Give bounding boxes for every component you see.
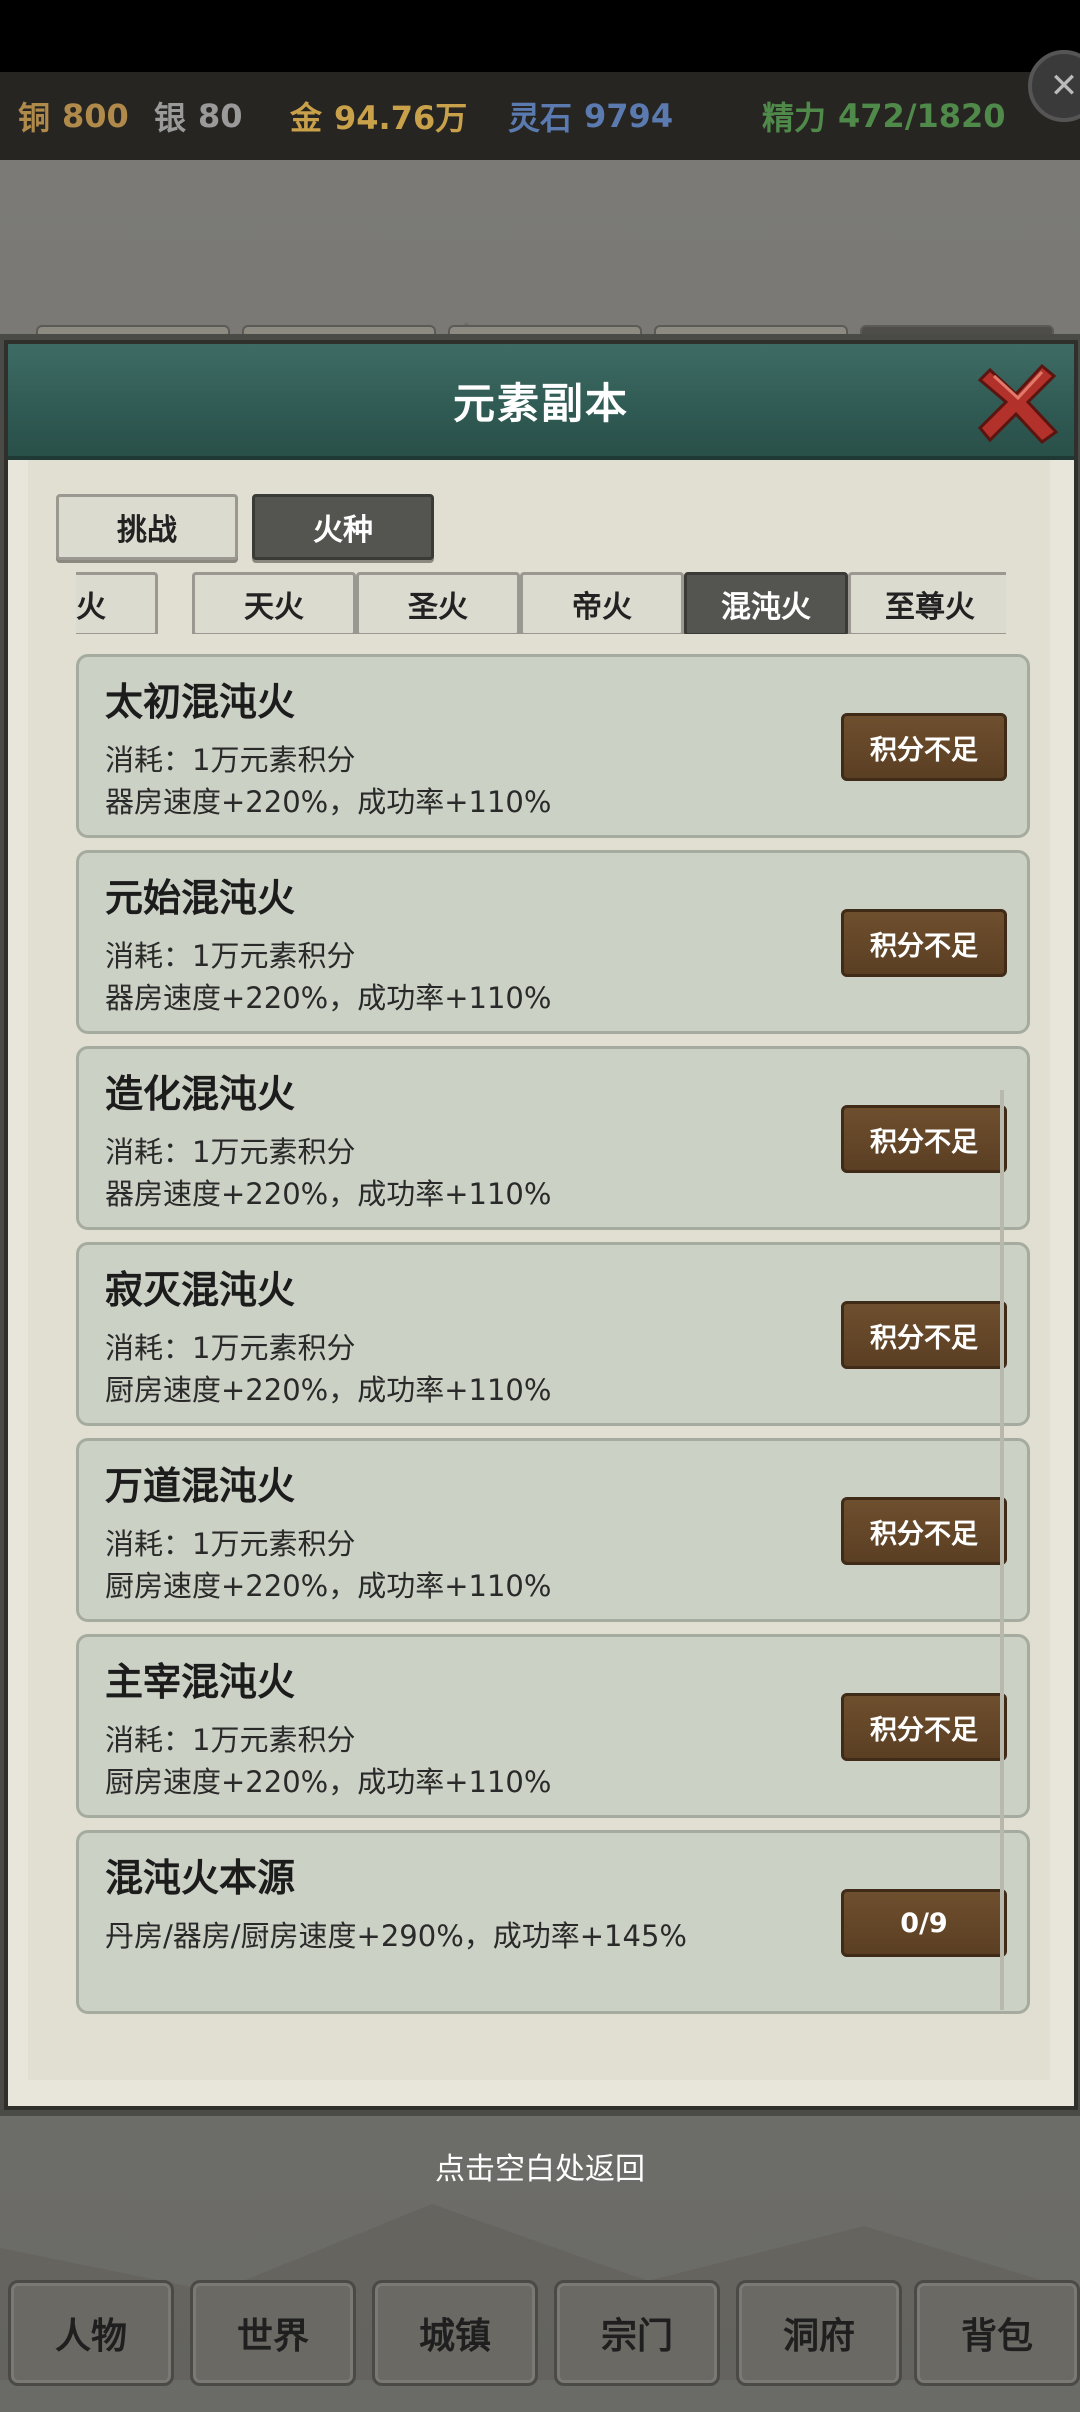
item-cost: 消耗：1万元素积分 bbox=[105, 1331, 356, 1365]
item-title: 万道混沌火 bbox=[105, 1464, 296, 1508]
silver-resource: 银 80 bbox=[154, 72, 243, 160]
item-cost: 消耗：1万元素积分 bbox=[105, 1527, 356, 1561]
copper-label: 铜 bbox=[18, 99, 51, 137]
item-effect: 厨房速度+220%，成功率+110% bbox=[105, 1569, 552, 1603]
item-effect: 厨房速度+220%，成功率+110% bbox=[105, 1765, 552, 1799]
silver-label: 银 bbox=[154, 99, 187, 137]
item-effect: 厨房速度+220%，成功率+110% bbox=[105, 1373, 552, 1407]
content-tabs: 挑战 火种 bbox=[56, 494, 434, 560]
item-effect: 器房速度+220%，成功率+110% bbox=[105, 785, 552, 819]
nav-town[interactable]: 城镇 bbox=[372, 2280, 538, 2386]
copper-value: 800 bbox=[62, 97, 129, 135]
bottom-nav: 人物 世界 城镇 宗门 洞府 背包 bbox=[0, 2280, 1080, 2386]
item-title: 造化混沌火 bbox=[105, 1072, 296, 1116]
item-cost: 消耗：1万元素积分 bbox=[105, 1723, 356, 1757]
list-item: 元始混沌火 消耗：1万元素积分 器房速度+220%，成功率+110% 积分不足 bbox=[76, 850, 1030, 1034]
insufficient-points-button[interactable]: 积分不足 bbox=[841, 1105, 1007, 1173]
tab-sky-fire[interactable]: 天火 bbox=[192, 572, 356, 634]
energy-value: 472/1820 bbox=[838, 97, 1006, 135]
silver-value: 80 bbox=[198, 97, 243, 135]
insufficient-points-button[interactable]: 积分不足 bbox=[841, 713, 1007, 781]
item-title: 混沌火本源 bbox=[105, 1856, 296, 1900]
item-title: 太初混沌火 bbox=[105, 680, 296, 724]
scrollbar[interactable] bbox=[1000, 1090, 1004, 2010]
list-item: 万道混沌火 消耗：1万元素积分 厨房速度+220%，成功率+110% 积分不足 bbox=[76, 1438, 1030, 1622]
modal-header: 元素副本 bbox=[8, 344, 1074, 460]
list-item: 寂灭混沌火 消耗：1万元素积分 厨房速度+220%，成功率+110% 积分不足 bbox=[76, 1242, 1030, 1426]
tab-earth-fire[interactable]: 地火 bbox=[76, 572, 158, 634]
gold-value: 94.76万 bbox=[334, 99, 468, 137]
insufficient-points-button[interactable]: 积分不足 bbox=[841, 909, 1007, 977]
tab-challenge[interactable]: 挑战 bbox=[56, 494, 238, 560]
insufficient-points-button[interactable]: 积分不足 bbox=[841, 1693, 1007, 1761]
tab-fire-seed[interactable]: 火种 bbox=[252, 494, 434, 560]
return-hint: 点击空白处返回 bbox=[435, 2152, 645, 2187]
item-effect: 器房速度+220%，成功率+110% bbox=[105, 1177, 552, 1211]
item-cost: 消耗：1万元素积分 bbox=[105, 939, 356, 973]
energy-resource: 精力 472/1820 bbox=[762, 72, 1006, 160]
tab-chaos-fire[interactable]: 混沌火 bbox=[684, 572, 848, 634]
item-title: 元始混沌火 bbox=[105, 876, 296, 920]
spirit-stone-value: 9794 bbox=[584, 97, 674, 135]
list-item: 主宰混沌火 消耗：1万元素积分 厨房速度+220%，成功率+110% 积分不足 bbox=[76, 1634, 1030, 1818]
item-effect: 丹房/器房/厨房速度+290%，成功率+145% bbox=[105, 1919, 687, 1953]
item-title: 主宰混沌火 bbox=[105, 1660, 296, 1704]
insufficient-points-button[interactable]: 积分不足 bbox=[841, 1301, 1007, 1369]
nav-world[interactable]: 世界 bbox=[190, 2280, 356, 2386]
nav-sect[interactable]: 宗门 bbox=[554, 2280, 720, 2386]
nav-character[interactable]: 人物 bbox=[8, 2280, 174, 2386]
gold-label: 金 bbox=[290, 99, 323, 137]
item-effect: 器房速度+220%，成功率+110% bbox=[105, 981, 552, 1015]
tab-emperor-fire[interactable]: 帝火 bbox=[520, 572, 684, 634]
insufficient-points-button[interactable]: 积分不足 bbox=[841, 1497, 1007, 1565]
copper-resource: 铜 800 bbox=[18, 72, 129, 160]
item-cost: 消耗：1万元素积分 bbox=[105, 1135, 356, 1169]
gold-resource: 金 94.76万 bbox=[290, 72, 467, 160]
status-bar bbox=[0, 0, 1080, 72]
energy-label: 精力 bbox=[762, 99, 827, 137]
spirit-stone-label: 灵石 bbox=[508, 99, 573, 137]
spirit-stone-resource: 灵石 9794 bbox=[508, 72, 673, 160]
modal-title: 元素副本 bbox=[452, 378, 629, 428]
tab-holy-fire[interactable]: 圣火 bbox=[356, 572, 520, 634]
nav-bag[interactable]: 背包 bbox=[914, 2280, 1080, 2386]
list-item: 造化混沌火 消耗：1万元素积分 器房速度+220%，成功率+110% 积分不足 bbox=[76, 1046, 1030, 1230]
close-icon[interactable] bbox=[976, 358, 1064, 446]
list-item: 太初混沌火 消耗：1万元素积分 器房速度+220%，成功率+110% 积分不足 bbox=[76, 654, 1030, 838]
list-item: 混沌火本源 丹房/器房/厨房速度+290%，成功率+145% 0/9 bbox=[76, 1830, 1030, 2014]
progress-button[interactable]: 0/9 bbox=[841, 1889, 1007, 1957]
nav-cave[interactable]: 洞府 bbox=[736, 2280, 902, 2386]
item-cost: 消耗：1万元素积分 bbox=[105, 743, 356, 777]
item-title: 寂灭混沌火 bbox=[105, 1268, 296, 1312]
fire-tabs: 地火 天火 圣火 帝火 混沌火 至尊火 bbox=[76, 572, 1006, 634]
resource-bar: 铜 800 银 80 金 94.76万 灵石 9794 精力 472/1820 bbox=[0, 72, 1080, 160]
tab-supreme-fire[interactable]: 至尊火 bbox=[848, 572, 1006, 634]
